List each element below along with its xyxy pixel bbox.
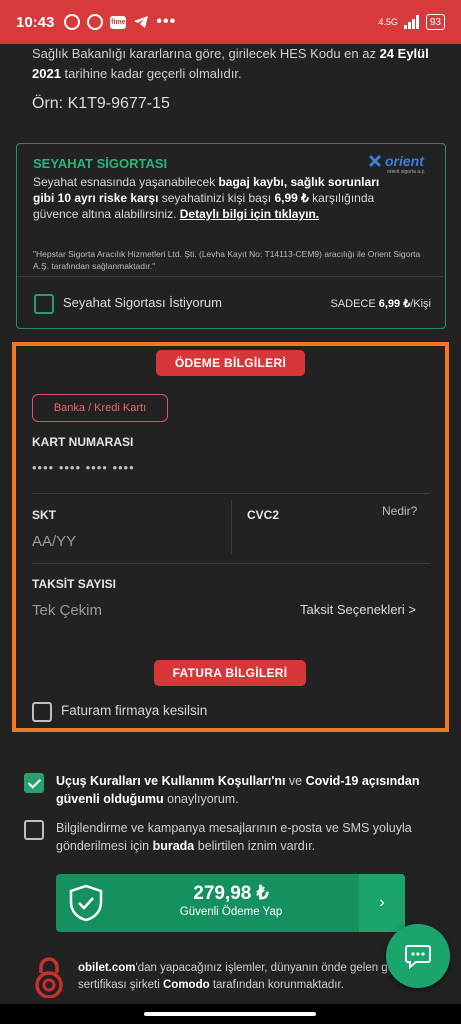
security-text: obilet.com'dan yapacağınız işlemler, dün… xyxy=(78,962,424,991)
travel-insurance-card: SEYAHAT SİGORTASI orient orient sigorta … xyxy=(16,143,446,329)
installment-label: TAKSİT SAYISI xyxy=(32,577,117,591)
insurance-checkbox-label[interactable]: Seyahat Sigortası İstiyorum xyxy=(63,295,222,310)
status-time: 10:43 xyxy=(16,13,55,31)
pay-label: Güvenli Ödeme Yap xyxy=(179,906,283,918)
payment-section-title: ÖDEME BİLGİLERİ xyxy=(156,350,305,376)
whatsapp-icon xyxy=(87,14,104,30)
pay-amount: 279,98 ₺ xyxy=(193,883,269,904)
marketing-consent-checkbox[interactable] xyxy=(24,820,44,840)
svg-text:orient: orient xyxy=(385,153,425,169)
installment-options-link[interactable]: Taksit Seçenekleri > xyxy=(300,602,416,617)
invoice-company-checkbox[interactable] xyxy=(32,702,52,722)
orient-logo: orient orient sigorta a.ş. xyxy=(363,153,443,175)
insurance-title: SEYAHAT SİGORTASI xyxy=(33,156,168,171)
divider xyxy=(17,276,444,277)
system-nav-bar xyxy=(0,1004,461,1024)
status-bar: 10:43 fime ••• 4.5G 93 xyxy=(0,0,461,44)
hes-rule-text: Sağlık Bakanlığı kararlarına göre, giril… xyxy=(32,46,429,81)
home-gesture-bar[interactable] xyxy=(144,1012,316,1016)
hes-info: Sağlık Bakanlığı kararlarına göre, giril… xyxy=(32,44,442,114)
chat-fab-button[interactable] xyxy=(386,924,450,988)
pay-arrow-icon[interactable]: › xyxy=(359,874,405,932)
more-notifications-icon: ••• xyxy=(156,13,177,30)
divider xyxy=(32,563,430,564)
invoice-company-label[interactable]: Faturam firmaya kesilsin xyxy=(61,703,207,718)
cvc-help-link[interactable]: Nedir? xyxy=(382,504,417,518)
hes-example: Örn: K1T9-9677-15 xyxy=(32,95,170,112)
terms-checkbox[interactable] xyxy=(24,773,44,793)
system-icons: 4.5G 93 xyxy=(378,14,445,30)
insurance-description: Seyahat esnasında yaşanabilecek bagaj ka… xyxy=(33,175,380,221)
cvc-label: CVC2 xyxy=(247,508,280,522)
consent-details-link[interactable]: burada xyxy=(153,839,195,853)
cvc-input[interactable] xyxy=(247,528,430,558)
notification-icons: fime ••• xyxy=(64,13,176,31)
terms-link[interactable]: Uçuş Kuralları ve Kullanım Koşulları'nı xyxy=(56,774,285,788)
insurance-detail-link[interactable]: Detaylı bilgi için tıklayın. xyxy=(180,207,319,221)
card-number-label: KART NUMARASI xyxy=(32,435,134,449)
chat-bubble-icon xyxy=(405,945,431,969)
comodo-lock-icon xyxy=(35,957,63,998)
battery-icon: 93 xyxy=(425,14,445,30)
insurance-checkbox[interactable] xyxy=(34,294,54,314)
network-type: 4.5G xyxy=(378,17,398,27)
card-number-input[interactable]: •••• •••• •••• •••• xyxy=(32,460,135,475)
signal-icon xyxy=(403,15,419,29)
alarm-icon xyxy=(64,14,81,30)
installment-value[interactable]: Tek Çekim xyxy=(32,602,102,619)
svg-text:orient sigorta a.ş.: orient sigorta a.ş. xyxy=(387,169,425,175)
marketing-consent-text: Bilgilendirme ve kampanya mesajlarının e… xyxy=(56,821,412,853)
invoice-section-title: FATURA BİLGİLERİ xyxy=(154,660,306,686)
insurance-legal-note: "Hepstar Sigorta Aracılık Hizmetleri Ltd… xyxy=(33,249,421,271)
expiry-input[interactable]: AA/YY xyxy=(32,533,76,550)
secure-pay-button[interactable]: 279,98 ₺ Güvenli Ödeme Yap › xyxy=(56,874,405,932)
fime-app-icon: fime xyxy=(110,15,127,29)
divider xyxy=(231,500,232,554)
expiry-label: SKT xyxy=(32,508,56,522)
shield-check-icon xyxy=(69,884,103,922)
insurance-price: SADECE 6,99 ₺/Kişi xyxy=(330,298,431,310)
terms-text: Uçuş Kuralları ve Kullanım Koşulları'nı … xyxy=(56,774,420,806)
telegram-icon xyxy=(134,16,149,28)
divider xyxy=(32,493,430,494)
card-payment-tab[interactable]: Banka / Kredi Kartı xyxy=(32,394,168,422)
